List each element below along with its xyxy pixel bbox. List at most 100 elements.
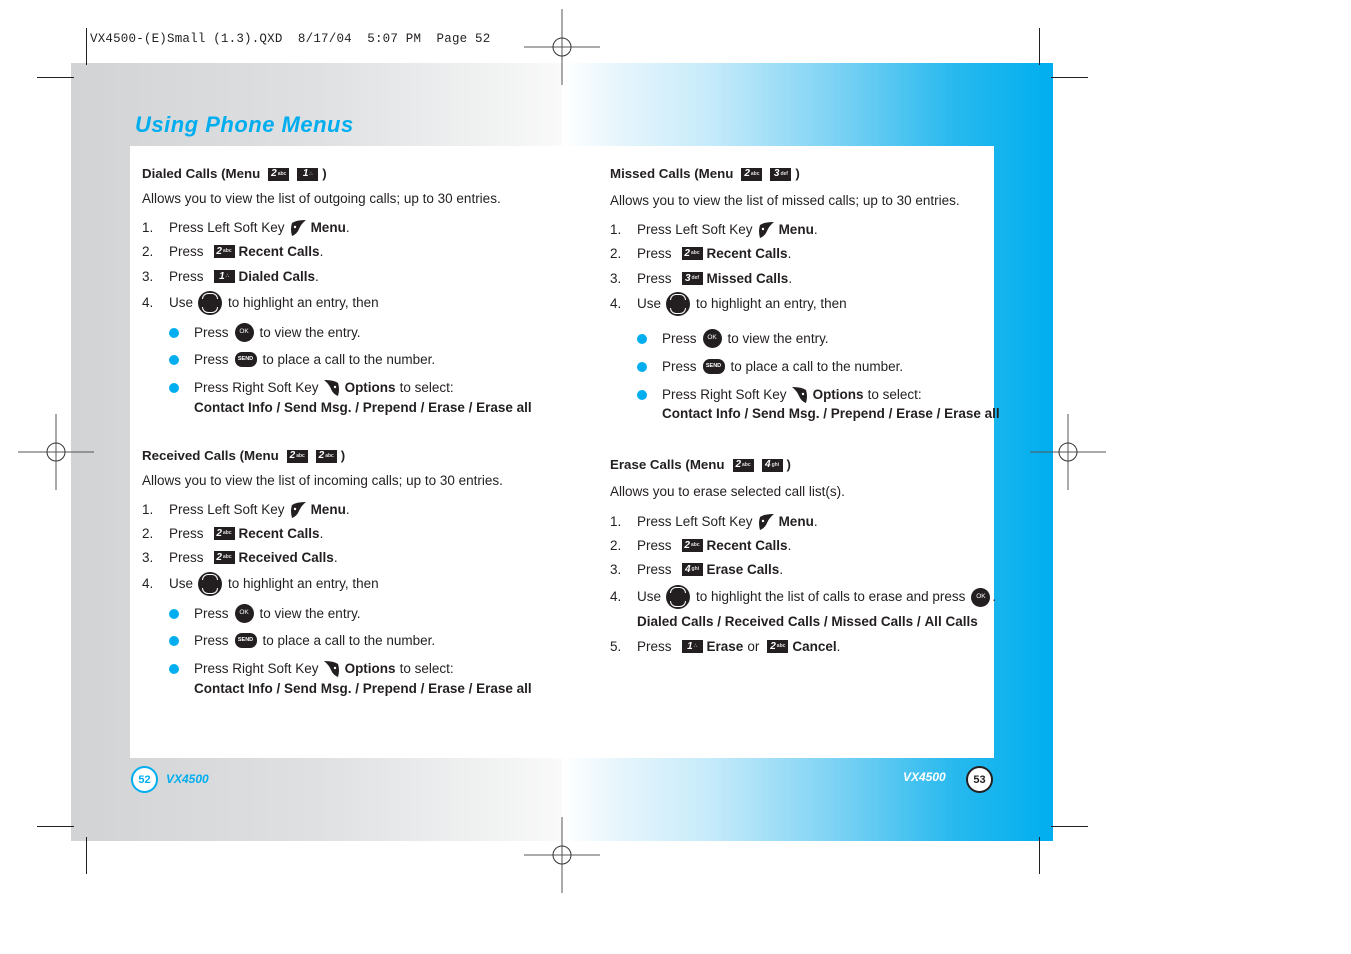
section-dialed-calls: Dialed Calls (Menu 2 abc 1 ∴ ) Allows you … [142,166,542,426]
section-heading: Received Calls (Menu 2 abc 2 abc ) [142,448,345,464]
page-number-left: 52 [131,766,158,793]
bullet-options: Press Right Soft Key Options to select: [169,379,454,397]
send-key-icon: SEND [702,359,725,374]
key-4-icon: 4 ghi [681,563,703,577]
crop-mark [86,28,87,65]
step-3: 3. Press 4 ghi Erase Calls. [610,562,784,577]
key-1-icon: 1 ∴ [297,167,319,181]
step-1: 1. Press Left Soft Key Menu. [142,501,350,519]
section-description: Allows you to erase selected call list(s… [610,484,845,499]
bullet-icon [169,635,179,646]
bullet-icon [637,333,647,344]
key-4-icon: 4 ghi [761,458,783,472]
ok-key-icon: OK [234,323,254,342]
key-2-icon: 2 abc [213,245,235,259]
left-soft-key-icon [289,219,307,237]
step-1: 1. Press Left Soft Key Menu. [610,221,818,239]
section-description: Allows you to view the list of incoming … [142,473,503,488]
key-2-icon: 2 abc [681,539,703,553]
bullet-view: Press OK to view the entry. [169,323,361,342]
key-3-icon: 3 def [770,167,792,181]
heading-close: ) [795,166,800,182]
right-soft-key-icon [323,379,341,397]
bullet-icon [169,664,179,674]
crop-mark [37,77,74,78]
heading-close: ) [322,166,327,182]
section-received-calls: Received Calls (Menu 2 abc 2 abc ) Allows … [142,448,542,708]
bullet-icon [169,354,179,365]
step-3: 3. Press 3 def Missed Calls. [610,271,793,286]
key-2-icon: 2 abc [315,449,337,463]
options-list: Contact Info / Send Msg. / Prepend / Era… [194,681,532,696]
bullet-send: Press SEND to place a call to the number… [169,352,435,367]
key-2-icon: 2 abc [213,551,235,565]
step-2: 2. Press 2 abc Recent Calls. [610,538,792,553]
bullet-view: Press OK to view the entry. [637,329,829,348]
section-heading: Erase Calls (Menu 2 abc 4 ghi ) [610,457,791,473]
key-2-icon: 2 abc [732,458,754,472]
key-2-icon: 2 abc [681,247,703,261]
right-soft-key-icon [323,660,341,678]
navigation-key-icon [198,291,223,315]
bullet-options: Press Right Soft Key Options to select: [637,386,922,404]
key-1-icon: 1 ∴ [213,270,235,284]
navigation-key-icon [198,572,223,596]
options-list: Contact Info / Send Msg. / Prepend / Era… [194,400,532,415]
bullet-icon [169,383,179,393]
heading-text: Erase Calls (Menu [610,457,725,473]
ok-key-icon: OK [234,604,254,623]
erase-options-list: Dialed Calls / Received Calls / Missed C… [637,614,978,629]
step-4: 4. Use to highlight an entry, then [142,291,379,315]
bullet-icon [637,390,647,400]
step-4: 4. Use to highlight the list of calls to … [610,585,996,609]
key-2-icon: 2 abc [213,527,235,541]
step-4: 4. Use to highlight an entry, then [610,292,847,316]
registration-mark-right [1030,414,1106,490]
options-list: Contact Info / Send Msg. / Prepend / Era… [662,406,1000,421]
bullet-view: Press OK to view the entry. [169,604,361,623]
registration-mark-bottom [524,817,600,893]
crop-mark [1039,837,1040,874]
heading-text: Dialed Calls (Menu [142,166,261,182]
key-2-icon: 2 abc [767,640,789,654]
model-name-right: VX4500 [903,770,946,784]
left-soft-key-icon [289,501,307,519]
key-1-icon: 1 ∴ [681,640,703,654]
section-description: Allows you to view the list of missed ca… [610,193,960,208]
key-2-icon: 2 abc [268,167,290,181]
navigation-key-icon [666,585,691,609]
heading-text: Missed Calls (Menu [610,166,734,182]
section-heading: Missed Calls (Menu 2 abc 3 def ) [610,166,800,182]
registration-mark-left [18,414,94,490]
heading-text: Received Calls (Menu [142,448,279,464]
registration-mark-top [524,9,600,85]
heading-close: ) [340,448,346,464]
ok-key-icon: OK [702,329,722,348]
send-key-icon: SEND [234,352,257,367]
model-name-left: VX4500 [166,772,209,786]
step-5: 5. Press 1 ∴ Erase or 2 abc Cancel. [610,639,841,654]
crop-mark [1039,28,1040,65]
heading-close: ) [786,457,791,473]
step-2: 2. Press 2 abc Recent Calls. [142,244,324,259]
section-missed-calls: Missed Calls (Menu 2 abc 3 def ) Allows yo… [610,166,1010,426]
page-number-right: 53 [966,766,993,793]
crop-mark [1051,826,1088,827]
left-soft-key-icon [757,513,775,531]
bullet-send: Press SEND to place a call to the number… [637,359,903,374]
step-3: 3. Press 2 abc Received Calls. [142,550,338,565]
step-4: 4. Use to highlight an entry, then [142,572,379,596]
step-3: 3. Press 1 ∴ Dialed Calls. [142,269,319,284]
print-slug: VX4500-(E)Small (1.3).QXD 8/17/04 5:07 P… [90,32,491,46]
bullet-icon [169,608,179,619]
key-2-icon: 2 abc [741,167,763,181]
bullet-send: Press SEND to place a call to the number… [169,633,435,648]
bullet-icon [169,327,179,338]
step-2: 2. Press 2 abc Recent Calls. [610,246,792,261]
crop-mark [37,826,74,827]
left-soft-key-icon [757,221,775,239]
navigation-key-icon [666,292,691,316]
send-key-icon: SEND [234,633,257,648]
section-erase-calls: Erase Calls (Menu 2 abc 4 ghi ) Allows you… [610,457,1010,677]
section-description: Allows you to view the list of outgoing … [142,191,501,206]
